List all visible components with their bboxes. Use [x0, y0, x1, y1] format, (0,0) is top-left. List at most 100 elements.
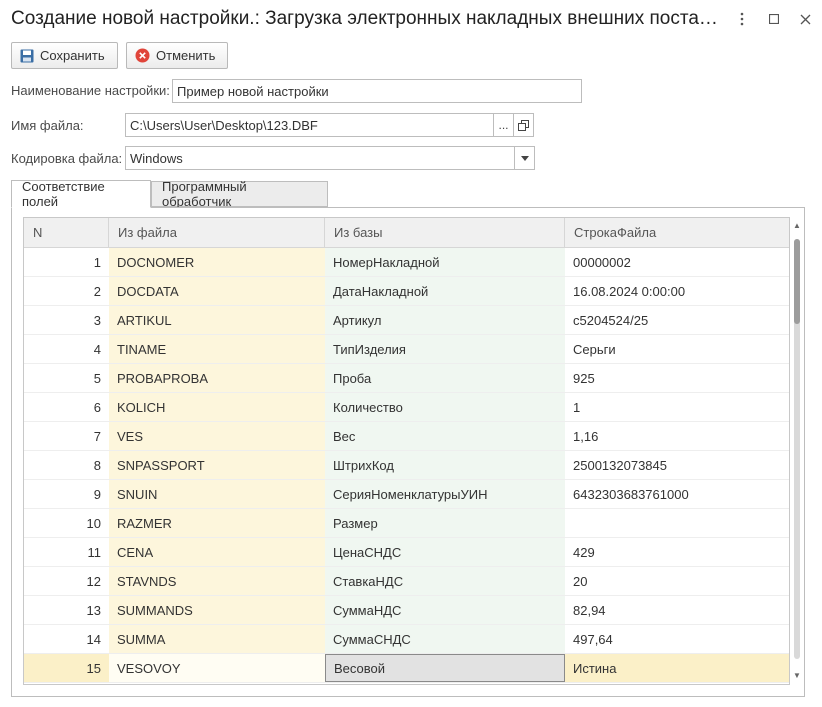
- cell-from-db[interactable]: ТипИзделия: [325, 335, 565, 363]
- cell-from-db[interactable]: ШтрихКод: [325, 451, 565, 479]
- table-row[interactable]: 3 ARTIKUL Артикул c5204524/25: [24, 306, 789, 335]
- cell-from-db[interactable]: НомерНакладной: [325, 248, 565, 276]
- cell-file-value: 00000002: [565, 248, 789, 276]
- cell-from-db[interactable]: ДатаНакладной: [325, 277, 565, 305]
- cell-from-db[interactable]: СуммаСНДС: [325, 625, 565, 653]
- cell-file-value: 2500132073845: [565, 451, 789, 479]
- cell-file-value: 1,16: [565, 422, 789, 450]
- setting-name-input[interactable]: Пример новой настройки: [172, 79, 582, 103]
- field-mapping-panel: N Из файла Из базы СтрокаФайла 1 DOCNOME…: [11, 207, 805, 697]
- table-row[interactable]: 1 DOCNOMER НомерНакладной 00000002: [24, 248, 789, 277]
- table-row[interactable]: 4 TINAME ТипИзделия Серьги: [24, 335, 789, 364]
- cell-from-file[interactable]: STAVNDS: [109, 567, 325, 595]
- browse-file-button[interactable]: ...: [493, 113, 514, 137]
- cell-from-file[interactable]: DOCDATA: [109, 277, 325, 305]
- cell-file-value: 16.08.2024 0:00:00: [565, 277, 789, 305]
- cell-n: 7: [93, 428, 101, 444]
- table-row[interactable]: 11 CENA ЦенаСНДС 429: [24, 538, 789, 567]
- cancel-button[interactable]: Отменить: [126, 42, 228, 69]
- cell-from-file[interactable]: VES: [109, 422, 325, 450]
- table-row-selected[interactable]: 15 VESOVOY Весовой Истина: [24, 654, 789, 683]
- table-row[interactable]: 13 SUMMANDS СуммаНДС 82,94: [24, 596, 789, 625]
- cell-file-value: 20: [565, 567, 789, 595]
- open-window-icon[interactable]: [513, 113, 534, 137]
- cell-file-value: 1: [565, 393, 789, 421]
- cell-from-file[interactable]: VESOVOY: [109, 654, 325, 682]
- cell-file-value: [565, 509, 789, 537]
- table-row[interactable]: 8 SNPASSPORT ШтрихКод 2500132073845: [24, 451, 789, 480]
- cell-from-db[interactable]: СтавкаНДС: [325, 567, 565, 595]
- vertical-scrollbar[interactable]: ▲ ▼: [791, 217, 803, 685]
- cell-n: 11: [87, 544, 102, 560]
- cell-from-db-active[interactable]: Весовой: [325, 654, 565, 682]
- scroll-up-icon[interactable]: ▲: [793, 221, 801, 230]
- cell-from-db[interactable]: СуммаНДС: [325, 596, 565, 624]
- cell-file-value: Истина: [565, 654, 789, 682]
- cell-n: 15: [24, 654, 109, 682]
- table-row[interactable]: 7 VES Вес 1,16: [24, 422, 789, 451]
- window-title: Создание новой настройки.: Загрузка элек…: [11, 8, 718, 29]
- setting-name-label: Наименование настройки:: [11, 83, 170, 98]
- table-row[interactable]: 9 SNUIN СерияНоменклатурыУИН 64323036837…: [24, 480, 789, 509]
- field-mapping-table: N Из файла Из базы СтрокаФайла 1 DOCNOME…: [23, 217, 790, 685]
- cell-from-file[interactable]: TINAME: [109, 335, 325, 363]
- table-row[interactable]: 6 KOLICH Количество 1: [24, 393, 789, 422]
- maximize-icon[interactable]: [764, 9, 784, 29]
- encoding-select[interactable]: Windows: [125, 146, 515, 170]
- cell-n: 14: [86, 631, 101, 647]
- chevron-down-icon[interactable]: [514, 146, 535, 170]
- cell-n: 9: [93, 486, 101, 502]
- cell-n: 4: [93, 341, 101, 357]
- column-header-file-string[interactable]: СтрокаФайла: [565, 218, 789, 247]
- table-row[interactable]: 5 PROBAPROBA Проба 925: [24, 364, 789, 393]
- table-row[interactable]: 10 RAZMER Размер: [24, 509, 789, 538]
- save-button[interactable]: Сохранить: [11, 42, 118, 69]
- cell-from-file[interactable]: SUMMA: [109, 625, 325, 653]
- cell-n: 3: [93, 312, 101, 328]
- encoding-label: Кодировка файла:: [11, 151, 123, 166]
- tab-program-handler[interactable]: Программный обработчик: [151, 179, 328, 209]
- cancel-circle-icon: [135, 48, 150, 63]
- cell-from-file[interactable]: KOLICH: [109, 393, 325, 421]
- floppy-disk-icon: [20, 49, 34, 63]
- cell-from-file[interactable]: PROBAPROBA: [109, 364, 325, 392]
- cell-from-db[interactable]: Вес: [325, 422, 565, 450]
- browse-dots: ...: [498, 118, 509, 132]
- cell-from-db[interactable]: СерияНоменклатурыУИН: [325, 480, 565, 508]
- cell-file-value: 429: [565, 538, 789, 566]
- cell-file-value: c5204524/25: [565, 306, 789, 334]
- cell-from-file[interactable]: SNPASSPORT: [109, 451, 325, 479]
- cell-from-db[interactable]: ЦенаСНДС: [325, 538, 565, 566]
- scroll-thumb[interactable]: [794, 239, 800, 324]
- table-row[interactable]: 12 STAVNDS СтавкаНДС 20: [24, 567, 789, 596]
- file-name-input[interactable]: C:\Users\User\Desktop\123.DBF: [125, 113, 494, 137]
- cell-from-db[interactable]: Артикул: [325, 306, 565, 334]
- cell-n: 1: [93, 254, 101, 270]
- cell-from-db[interactable]: Проба: [325, 364, 565, 392]
- file-name-label: Имя файла:: [11, 118, 84, 133]
- tab-field-mapping-label: Соответствие полей: [22, 179, 105, 209]
- cell-from-file[interactable]: ARTIKUL: [109, 306, 325, 334]
- cell-from-file[interactable]: RAZMER: [109, 509, 325, 537]
- cancel-button-label: Отменить: [156, 48, 216, 63]
- more-vertical-icon[interactable]: [732, 9, 752, 29]
- title-bar: Создание новой настройки.: Загрузка элек…: [0, 0, 822, 38]
- cell-from-file[interactable]: DOCNOMER: [109, 248, 325, 276]
- close-icon[interactable]: [795, 9, 815, 29]
- table-row[interactable]: 14 SUMMA СуммаСНДС 497,64: [24, 625, 789, 654]
- cell-from-db[interactable]: Количество: [325, 393, 565, 421]
- column-header-from-file[interactable]: Из файла: [109, 218, 325, 247]
- cell-from-file[interactable]: CENA: [109, 538, 325, 566]
- table-header: N Из файла Из базы СтрокаФайла: [24, 218, 789, 248]
- cell-file-value: 925: [565, 364, 789, 392]
- tab-field-mapping[interactable]: Соответствие полей: [11, 179, 151, 209]
- cell-from-db[interactable]: Размер: [325, 509, 565, 537]
- table-row[interactable]: 2 DOCDATA ДатаНакладной 16.08.2024 0:00:…: [24, 277, 789, 306]
- cell-file-value: Серьги: [565, 335, 789, 363]
- cell-from-file[interactable]: SUMMANDS: [109, 596, 325, 624]
- cell-from-file[interactable]: SNUIN: [109, 480, 325, 508]
- scroll-down-icon[interactable]: ▼: [793, 671, 801, 680]
- column-header-n[interactable]: N: [24, 218, 109, 247]
- cell-n: 13: [86, 602, 101, 618]
- column-header-from-db[interactable]: Из базы: [325, 218, 565, 247]
